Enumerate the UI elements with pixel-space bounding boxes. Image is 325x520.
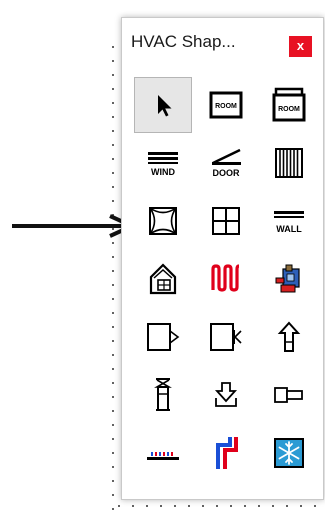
hot-cold-pipe-tool[interactable] xyxy=(197,425,255,481)
hot-cold-pipe-icon xyxy=(216,437,238,469)
snowflake-icon xyxy=(274,438,304,468)
grid-register-tool[interactable] xyxy=(197,193,255,249)
window-label: WIND xyxy=(151,167,175,177)
panel-title: HVAC Shap... xyxy=(131,32,236,51)
floor-heater-icon xyxy=(147,452,179,460)
canvas-grid-dots-vertical xyxy=(112,40,114,510)
canvas-grid-dots-horizontal xyxy=(112,505,322,507)
vent-tool[interactable] xyxy=(134,367,192,423)
wall-label: WALL xyxy=(276,224,302,234)
duct-connector-tool[interactable] xyxy=(260,367,318,423)
room-tool[interactable]: ROOM xyxy=(197,77,255,133)
window-icon: WIND xyxy=(148,152,178,177)
room-icon: ROOM xyxy=(209,91,243,119)
heating-coil-icon xyxy=(211,264,240,292)
down-outlet-tool[interactable] xyxy=(197,367,255,423)
panel-titlebar[interactable]: HVAC Shap... x xyxy=(122,18,323,68)
snowflake-tool[interactable] xyxy=(260,425,318,481)
room-stack-tool[interactable]: ROOM xyxy=(260,77,318,133)
down-outlet-icon xyxy=(214,382,238,407)
diffuser-tool[interactable] xyxy=(134,193,192,249)
diffuser-icon xyxy=(149,207,177,235)
pointer-tool[interactable] xyxy=(134,77,192,133)
annotation-arrow-icon xyxy=(12,214,137,238)
window-tool[interactable]: WIND xyxy=(134,135,192,191)
damper-right-tool[interactable] xyxy=(134,309,192,365)
hvac-shapes-panel: HVAC Shap... x ROOM ROOM WIND DOOR WALL xyxy=(121,17,324,500)
room-label: ROOM xyxy=(215,103,237,110)
house-icon xyxy=(149,263,177,295)
close-button[interactable]: x xyxy=(289,36,312,57)
house-tool[interactable] xyxy=(134,251,192,307)
wall-icon: WALL xyxy=(274,211,304,234)
wall-tool[interactable]: WALL xyxy=(260,193,318,249)
heating-coil-tool[interactable] xyxy=(197,251,255,307)
door-label: DOOR xyxy=(213,168,241,178)
door-tool[interactable]: DOOR xyxy=(197,135,255,191)
up-arrow-tool[interactable] xyxy=(260,309,318,365)
grid-register-icon xyxy=(212,207,240,235)
room-stack-icon: ROOM xyxy=(272,87,306,122)
tool-grid: ROOM ROOM WIND DOOR WALL xyxy=(134,77,320,483)
pump-unit-tool[interactable] xyxy=(260,251,318,307)
pump-unit-icon xyxy=(275,264,300,293)
wall-vertical-tool[interactable] xyxy=(260,135,318,191)
floor-heater-tool[interactable] xyxy=(134,425,192,481)
duct-connector-icon xyxy=(274,387,303,403)
door-icon: DOOR xyxy=(212,148,241,178)
damper-stop-icon xyxy=(210,323,242,351)
vent-icon xyxy=(154,378,172,411)
up-arrow-icon xyxy=(277,321,301,352)
damper-right-icon xyxy=(147,323,180,351)
wall-vertical-icon xyxy=(275,148,303,178)
room-stack-label: ROOM xyxy=(278,106,300,113)
damper-stop-tool[interactable] xyxy=(197,309,255,365)
pointer-icon xyxy=(158,95,172,117)
